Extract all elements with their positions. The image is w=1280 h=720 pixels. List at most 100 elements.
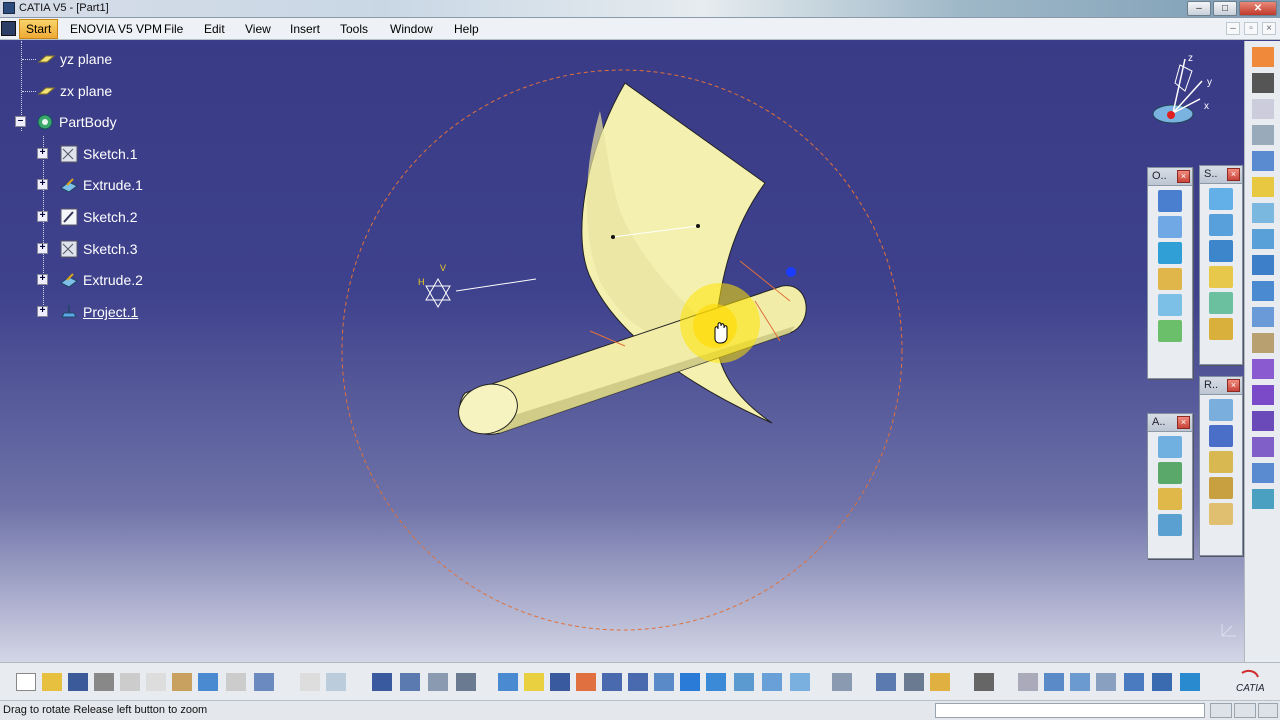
- maximize-button[interactable]: □: [1213, 1, 1237, 16]
- snap-icon[interactable]: [1152, 673, 1172, 691]
- sketcher-icon[interactable]: [1251, 99, 1274, 119]
- floating-toolbar-o[interactable]: O.. ×: [1147, 167, 1193, 379]
- menu-insert[interactable]: Insert: [290, 22, 320, 36]
- tree-item-sketch-2[interactable]: + Sketch.2: [37, 207, 137, 227]
- capture-icon[interactable]: [974, 673, 994, 691]
- tool-icon[interactable]: [1209, 451, 1233, 473]
- toolbar-close-icon[interactable]: ×: [1177, 170, 1190, 183]
- floating-toolbar-a[interactable]: A.. ×: [1147, 413, 1193, 559]
- fill-icon[interactable]: [1251, 437, 1274, 457]
- tool-icon[interactable]: [1209, 214, 1233, 236]
- tool-icon[interactable]: [1209, 318, 1233, 340]
- menu-window[interactable]: Window: [390, 22, 433, 36]
- measure-icon[interactable]: [876, 673, 896, 691]
- menu-file[interactable]: File: [164, 22, 183, 36]
- tree-item-extrude-2[interactable]: + Extrude.2: [37, 270, 143, 290]
- offset-icon[interactable]: [1251, 463, 1274, 483]
- undo-icon[interactable]: [198, 673, 218, 691]
- revolve-icon[interactable]: [1251, 385, 1274, 405]
- status-button[interactable]: [1234, 703, 1256, 718]
- tool-icon[interactable]: [1158, 190, 1182, 212]
- hierarchy-icon[interactable]: [1096, 673, 1116, 691]
- tool-icon[interactable]: [1158, 216, 1182, 238]
- fit-all-icon[interactable]: [524, 673, 544, 691]
- cut-icon[interactable]: [120, 673, 140, 691]
- menu-start[interactable]: Start: [19, 19, 59, 39]
- spline-icon[interactable]: [1251, 307, 1274, 327]
- new-icon[interactable]: [16, 673, 36, 691]
- intersection-icon[interactable]: [1251, 229, 1274, 249]
- tool-icon[interactable]: [1158, 294, 1182, 316]
- tool-icon[interactable]: [1209, 503, 1233, 525]
- redo-icon[interactable]: [226, 673, 246, 691]
- tree-item-project-1[interactable]: + Project.1: [37, 302, 138, 322]
- material-icon[interactable]: [832, 673, 852, 691]
- filter-icon[interactable]: [456, 673, 476, 691]
- close-button[interactable]: ✕: [1239, 1, 1277, 16]
- projection-icon[interactable]: [1251, 203, 1274, 223]
- tool-icon[interactable]: [1209, 477, 1233, 499]
- helix-icon[interactable]: [1251, 333, 1274, 353]
- iso-view-icon[interactable]: [706, 673, 726, 691]
- compass-widget[interactable]: z y x: [1140, 51, 1220, 131]
- point-icon[interactable]: [1251, 125, 1274, 145]
- expand-icon[interactable]: +: [37, 148, 48, 159]
- shading-icon[interactable]: [734, 673, 754, 691]
- hide-show-icon[interactable]: [762, 673, 782, 691]
- collapse-icon[interactable]: –: [15, 116, 26, 127]
- command-input[interactable]: [935, 703, 1205, 718]
- copy-icon[interactable]: [146, 673, 166, 691]
- toolbar-close-icon[interactable]: ×: [1177, 416, 1190, 429]
- select-arrow-icon[interactable]: [1251, 47, 1274, 67]
- pan-icon[interactable]: [550, 673, 570, 691]
- floating-toolbar-s[interactable]: S.. ×: [1199, 165, 1243, 365]
- compass-tool-icon[interactable]: [1251, 73, 1274, 93]
- doc-close-button[interactable]: ×: [1262, 22, 1276, 35]
- print-icon[interactable]: [94, 673, 114, 691]
- axis-system-icon[interactable]: [1070, 673, 1090, 691]
- floating-toolbar-r[interactable]: R.. ×: [1199, 376, 1243, 556]
- paste-icon[interactable]: [172, 673, 192, 691]
- open-icon[interactable]: [42, 673, 62, 691]
- zoom-in-icon[interactable]: [602, 673, 622, 691]
- update-icon[interactable]: [1018, 673, 1038, 691]
- sync-icon[interactable]: [1044, 673, 1064, 691]
- tree-item-partbody[interactable]: – PartBody: [15, 112, 117, 132]
- menu-view[interactable]: View: [245, 22, 271, 36]
- tool-icon[interactable]: [1158, 488, 1182, 510]
- fly-mode-icon[interactable]: [498, 673, 518, 691]
- grid-icon[interactable]: [1124, 673, 1144, 691]
- tool-icon[interactable]: [1158, 436, 1182, 458]
- tool-icon[interactable]: [1209, 188, 1233, 210]
- analysis-icon[interactable]: [428, 673, 448, 691]
- menu-help[interactable]: Help: [454, 22, 479, 36]
- apply-material-icon[interactable]: [930, 673, 950, 691]
- toolbar-close-icon[interactable]: ×: [1227, 379, 1240, 392]
- tool-icon[interactable]: [1209, 240, 1233, 262]
- knowledge-icon[interactable]: [326, 673, 346, 691]
- tree-item-zx-plane[interactable]: zx plane: [22, 81, 112, 101]
- expand-icon[interactable]: +: [37, 243, 48, 254]
- status-button[interactable]: [1258, 703, 1278, 718]
- expand-icon[interactable]: +: [37, 274, 48, 285]
- menu-edit[interactable]: Edit: [204, 22, 225, 36]
- toolbar-close-icon[interactable]: ×: [1227, 168, 1240, 181]
- tree-item-sketch-3[interactable]: + Sketch.3: [37, 239, 137, 259]
- line-icon[interactable]: [1251, 151, 1274, 171]
- tree-item-extrude-1[interactable]: + Extrude.1: [37, 175, 143, 195]
- tool-icon[interactable]: [1158, 514, 1182, 536]
- plane-tool-icon[interactable]: [1251, 177, 1274, 197]
- tree-item-sketch-1[interactable]: + Sketch.1: [37, 144, 137, 164]
- rotate-icon[interactable]: [576, 673, 596, 691]
- expand-icon[interactable]: +: [37, 306, 48, 317]
- extrude-tool-icon[interactable]: [1251, 359, 1274, 379]
- help-pointer-icon[interactable]: [254, 673, 274, 691]
- menu-enovia[interactable]: ENOVIA V5 VPM: [70, 22, 162, 36]
- tool-icon[interactable]: [1209, 399, 1233, 421]
- tool-icon[interactable]: [1158, 242, 1182, 264]
- status-button[interactable]: [1210, 703, 1232, 718]
- multi-view-icon[interactable]: [680, 673, 700, 691]
- sweep-icon[interactable]: [1251, 411, 1274, 431]
- tool-icon[interactable]: [1209, 292, 1233, 314]
- tool-icon[interactable]: [1158, 268, 1182, 290]
